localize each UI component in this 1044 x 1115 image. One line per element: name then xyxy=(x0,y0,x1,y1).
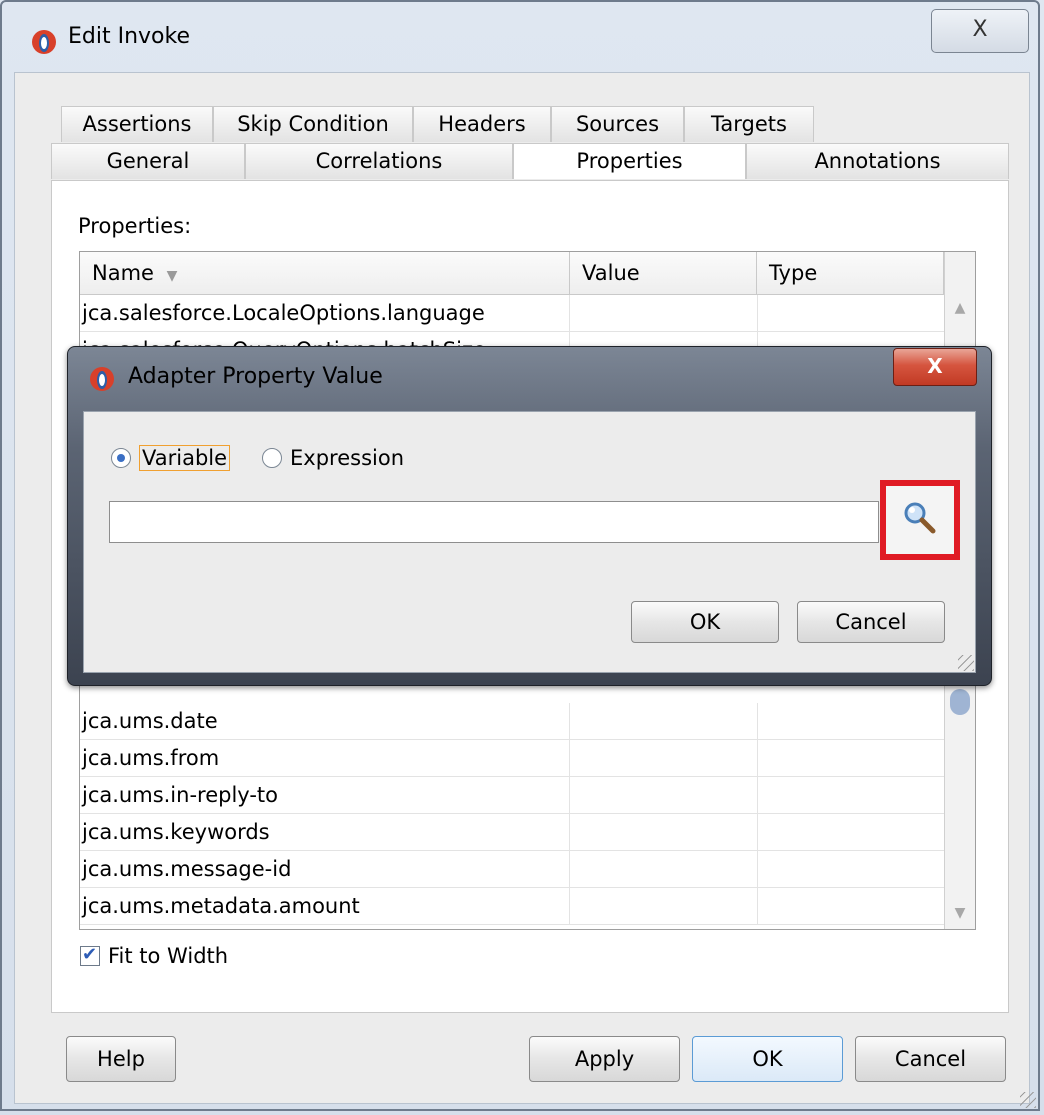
variable-radio[interactable] xyxy=(111,448,131,468)
column-header-name[interactable]: Name ▼ xyxy=(80,252,570,294)
tab-properties[interactable]: Properties xyxy=(513,143,746,179)
tab-annotations[interactable]: Annotations xyxy=(746,143,1009,179)
property-name: jca.ums.metadata.amount xyxy=(80,888,570,924)
property-type xyxy=(757,740,945,776)
scrollbar-thumb[interactable] xyxy=(950,689,970,715)
property-name: jca.ums.message-id xyxy=(80,851,570,887)
property-value[interactable] xyxy=(570,295,758,331)
table-row[interactable]: jca.salesforce.LocaleOptions.language xyxy=(80,295,945,332)
help-button[interactable]: Help xyxy=(66,1036,176,1082)
dialog-client-area: Variable Expression OK Cancel xyxy=(83,411,976,673)
table-row[interactable]: jca.ums.keywords xyxy=(80,814,945,851)
cancel-button[interactable]: Cancel xyxy=(855,1036,1006,1082)
tab-sources[interactable]: Sources xyxy=(551,106,684,142)
table-row[interactable]: jca.ums.date xyxy=(80,703,945,740)
scroll-down-arrow-icon[interactable]: ▼ xyxy=(945,905,975,921)
table-row[interactable]: jca.ums.metadata.amount xyxy=(80,888,945,925)
property-value[interactable] xyxy=(570,888,758,924)
fit-to-width-checkbox[interactable] xyxy=(80,944,100,966)
table-header: Name ▼ Value Type xyxy=(80,252,944,295)
tab-skip-condition[interactable]: Skip Condition xyxy=(213,106,413,142)
tab-row-top: Assertions Skip Condition Headers Source… xyxy=(61,106,814,142)
expression-radio-label[interactable]: Expression xyxy=(290,446,404,470)
property-type xyxy=(757,814,945,850)
property-type xyxy=(757,295,945,331)
oracle-app-icon xyxy=(32,30,56,54)
dialog-resize-grip-icon[interactable] xyxy=(958,655,974,671)
property-value[interactable] xyxy=(570,814,758,850)
tab-targets[interactable]: Targets xyxy=(684,106,814,142)
tab-general[interactable]: General xyxy=(51,143,245,179)
tab-correlations[interactable]: Correlations xyxy=(245,143,513,179)
table-row[interactable]: jca.ums.from xyxy=(80,740,945,777)
fit-to-width-label: Fit to Width xyxy=(108,944,229,968)
property-type xyxy=(757,777,945,813)
table-row[interactable]: jca.ums.in-reply-to xyxy=(80,777,945,814)
expression-radio[interactable] xyxy=(262,448,283,468)
property-name: jca.ums.date xyxy=(80,703,570,739)
adapter-property-value-dialog: Adapter Property Value X Variable Expres… xyxy=(67,346,992,686)
value-type-options: Variable Expression xyxy=(111,445,404,471)
property-name: jca.ums.from xyxy=(80,740,570,776)
tab-headers[interactable]: Headers xyxy=(413,106,551,142)
property-value[interactable] xyxy=(570,851,758,887)
column-name-label: Name xyxy=(92,261,154,285)
ok-button[interactable]: OK xyxy=(692,1036,843,1082)
property-name: jca.ums.keywords xyxy=(80,814,570,850)
fit-to-width-option[interactable]: Fit to Width xyxy=(80,944,228,968)
variable-value-input[interactable] xyxy=(109,501,879,543)
column-header-type[interactable]: Type xyxy=(757,252,944,294)
dialog-ok-button[interactable]: OK xyxy=(631,601,779,643)
property-value[interactable] xyxy=(570,740,758,776)
apply-button[interactable]: Apply xyxy=(529,1036,680,1082)
property-name: jca.ums.in-reply-to xyxy=(80,777,570,813)
dialog-cancel-button[interactable]: Cancel xyxy=(797,601,945,643)
browse-variable-button[interactable] xyxy=(880,480,960,560)
property-type xyxy=(757,851,945,887)
property-value[interactable] xyxy=(570,703,758,739)
search-icon xyxy=(904,502,936,534)
property-name: jca.salesforce.LocaleOptions.language xyxy=(80,295,570,331)
property-type xyxy=(757,703,945,739)
window-close-button[interactable]: X xyxy=(931,9,1029,53)
tab-row-bottom: General Correlations Properties Annotati… xyxy=(51,143,1009,179)
window-resize-grip-icon[interactable] xyxy=(1020,1092,1036,1108)
properties-label: Properties: xyxy=(78,214,192,238)
oracle-app-icon xyxy=(90,367,114,391)
tab-assertions[interactable]: Assertions xyxy=(61,106,213,142)
table-row[interactable]: jca.ums.message-id xyxy=(80,851,945,888)
dialog-close-button[interactable]: X xyxy=(893,348,977,386)
scroll-up-arrow-icon[interactable]: ▲ xyxy=(945,300,975,316)
dialog-title: Adapter Property Value xyxy=(128,364,383,389)
property-value[interactable] xyxy=(570,777,758,813)
window-title: Edit Invoke xyxy=(68,24,190,49)
property-type xyxy=(757,888,945,924)
column-header-value[interactable]: Value xyxy=(570,252,757,294)
sort-down-icon: ▼ xyxy=(166,268,178,284)
variable-radio-label[interactable]: Variable xyxy=(139,445,231,471)
